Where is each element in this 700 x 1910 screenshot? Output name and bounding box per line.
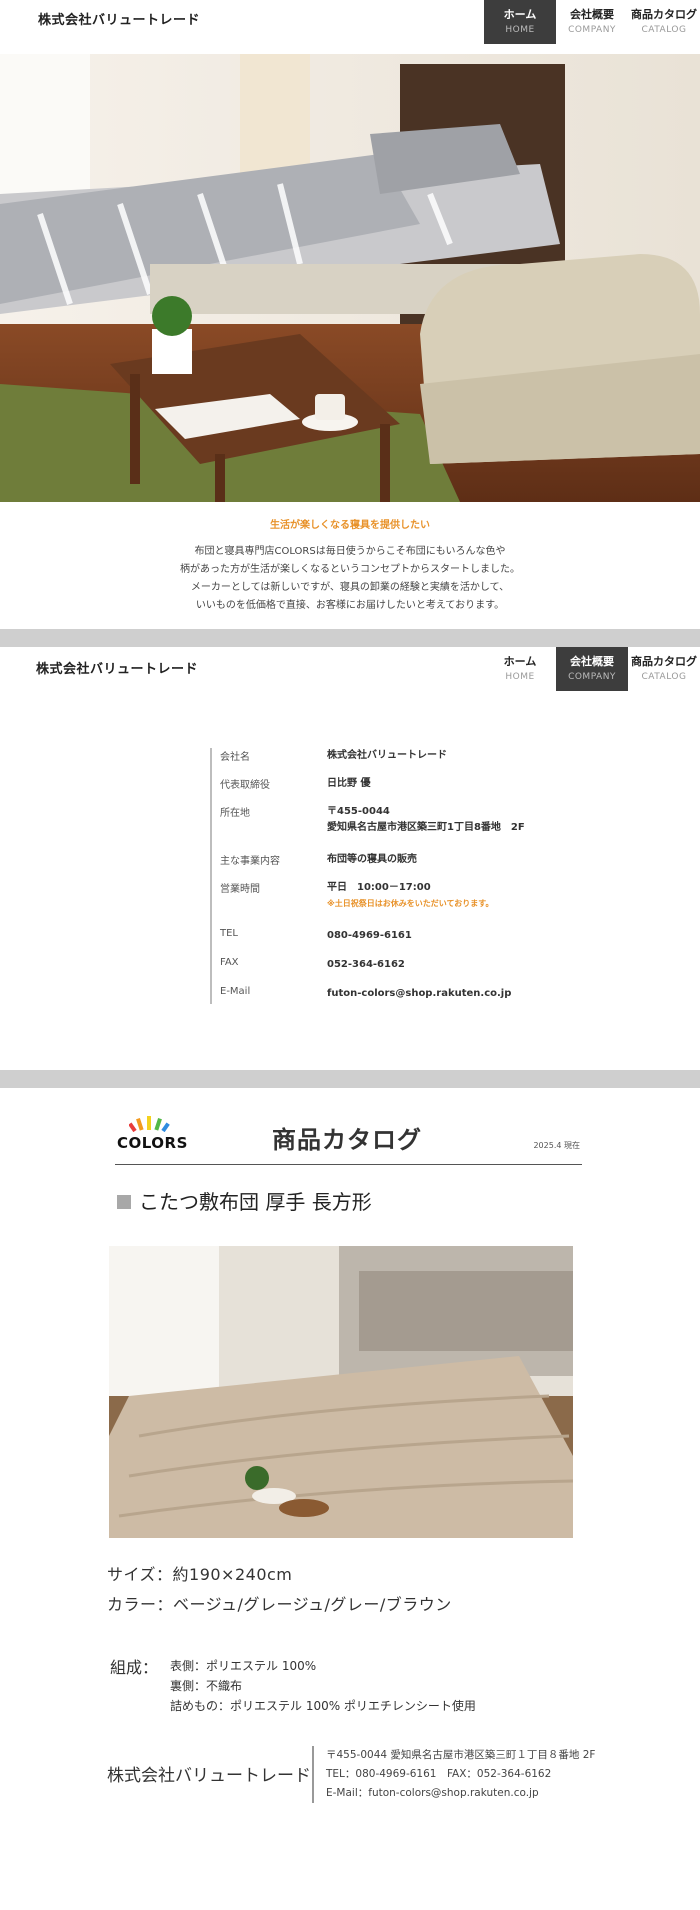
row-value: 株式会社バリュートレード [327, 750, 447, 761]
site-header-company: 株式会社バリュートレード ホーム HOME 会社概要 COMPANY 商品カタロ… [0, 647, 700, 701]
row-value: 布団等の寝具の販売 [327, 854, 417, 865]
nav-catalog[interactable]: 商品カタログ CATALOG [628, 647, 700, 691]
nav-home[interactable]: ホーム HOME [484, 0, 556, 44]
product-size: サイズ：約190×240cm [107, 1565, 293, 1584]
row-value: 平日 10:00－17:00 ※土日祝祭日はお休みをいただいております。 [327, 880, 494, 912]
product-colors: カラー：ベージュ/グレージュ/グレー/ブラウン [107, 1595, 452, 1614]
company-info-table: 会社名 株式会社バリュートレード 代表取締役 日比野 優 所在地 〒455-00… [210, 748, 570, 1004]
main-nav: ホーム HOME 会社概要 COMPANY 商品カタログ CATALOG [484, 647, 700, 691]
row-key: FAX [220, 957, 239, 968]
row-key: 主な事業内容 [220, 856, 280, 867]
address: 愛知県名古屋市港区築三町1丁目8番地 2F [327, 822, 525, 833]
row-key: 代表取締役 [220, 780, 270, 791]
product-name-text: こたつ敷布団 厚手 長方形 [139, 1190, 372, 1214]
product-name: こたつ敷布団 厚手 長方形 [117, 1186, 372, 1215]
colors-logo: COLORS [117, 1134, 188, 1152]
row-value: 〒455-0044 愛知県名古屋市港区築三町1丁目8番地 2F [327, 804, 525, 836]
catalog-footer-brand: 株式会社バリュートレード [107, 1766, 311, 1786]
nav-catalog-label: 商品カタログ [631, 8, 697, 21]
catalog-title: 商品カタログ [272, 1126, 422, 1154]
nav-company[interactable]: 会社概要 COMPANY [556, 647, 628, 691]
footer-address: 〒455-0044 愛知県名古屋市港区築三町１丁目８番地 2F [326, 1749, 596, 1761]
postal-code: 〒455-0044 [327, 806, 390, 817]
row-key: TEL [220, 928, 238, 939]
nav-catalog-label: 商品カタログ [631, 655, 697, 668]
nav-home-sub: HOME [505, 672, 535, 682]
composition-line: 詰めもの：ポリエステル 100% ポリエチレンシート使用 [170, 1699, 476, 1713]
nav-company-label: 会社概要 [570, 655, 614, 668]
colors-logo-icon [129, 1116, 170, 1132]
row-key: 会社名 [220, 752, 250, 763]
row-value[interactable]: 080-4969-6161 [327, 928, 412, 944]
intro-line: 柄があった方が生活が楽しくなるというコンセプトからスタートしました。 [180, 564, 520, 575]
nav-company-sub: COMPANY [568, 25, 616, 35]
brand-name[interactable]: 株式会社バリュートレード [38, 9, 200, 28]
hero-tagline: 生活が楽しくなる寝具を提供したい [270, 520, 430, 531]
catalog-date: 2025.4 現在 [533, 1141, 580, 1150]
row-value: 日比野 優 [327, 778, 371, 789]
nav-home-sub: HOME [505, 25, 535, 35]
hero-bedroom-image [0, 54, 700, 502]
composition-line: 裏側：不織布 [170, 1679, 243, 1693]
nav-company-sub: COMPANY [568, 672, 616, 682]
holiday-note: ※土日祝祭日はお休みをいただいております。 [327, 899, 494, 908]
row-key: E-Mail [220, 986, 251, 997]
composition-list: 表側：ポリエステル 100% 裏側：不織布 詰めもの：ポリエステル 100% ポ… [170, 1656, 476, 1716]
composition-label: 組成： [110, 1658, 159, 1677]
row-key: 所在地 [220, 808, 250, 819]
nav-company[interactable]: 会社概要 COMPANY [556, 0, 628, 44]
nav-home-label: ホーム [503, 655, 537, 668]
section-divider [0, 1070, 700, 1088]
intro-line: 布団と寝具専門店COLORSは毎日使うからこそ布団にもいろんな色や [194, 546, 506, 557]
bullet-square-icon [117, 1194, 131, 1209]
nav-home[interactable]: ホーム HOME [484, 647, 556, 691]
section-divider [0, 629, 700, 647]
brand-name[interactable]: 株式会社バリュートレード [36, 658, 198, 677]
nav-company-label: 会社概要 [570, 8, 614, 21]
hero-intro: 布団と寝具専門店COLORSは毎日使うからこそ布団にもいろんな色や 柄があった方… [0, 543, 700, 615]
row-key: 営業時間 [220, 884, 260, 895]
nav-catalog[interactable]: 商品カタログ CATALOG [628, 0, 700, 44]
row-value[interactable]: futon-colors@shop.rakuten.co.jp [327, 986, 511, 1002]
nav-home-label: ホーム [503, 8, 537, 21]
main-nav: ホーム HOME 会社概要 COMPANY 商品カタログ CATALOG [484, 0, 700, 44]
product-image [109, 1246, 573, 1538]
footer-phone: TEL：080-4969-6161 FAX：052-364-6162 [326, 1768, 552, 1780]
intro-line: メーカーとしては新しいですが、寝具の卸業の経験と実績を活かして、 [190, 582, 510, 593]
row-value: 052-364-6162 [327, 959, 405, 970]
hours: 平日 10:00－17:00 [327, 882, 431, 893]
catalog-header: COLORS 商品カタログ 2025.4 現在 [115, 1112, 582, 1165]
footer-email: E-Mail：futon-colors@shop.rakuten.co.jp [326, 1787, 539, 1799]
composition-line: 表側：ポリエステル 100% [170, 1659, 317, 1673]
nav-catalog-sub: CATALOG [641, 25, 687, 35]
intro-line: いいものを低価格で直接、お客様にお届けしたいと考えております。 [195, 600, 505, 611]
catalog-footer-contact: 〒455-0044 愛知県名古屋市港区築三町１丁目８番地 2F TEL：080-… [312, 1746, 612, 1803]
nav-catalog-sub: CATALOG [641, 672, 687, 682]
site-header-top: 株式会社バリュートレード ホーム HOME 会社概要 COMPANY 商品カタロ… [0, 0, 700, 54]
